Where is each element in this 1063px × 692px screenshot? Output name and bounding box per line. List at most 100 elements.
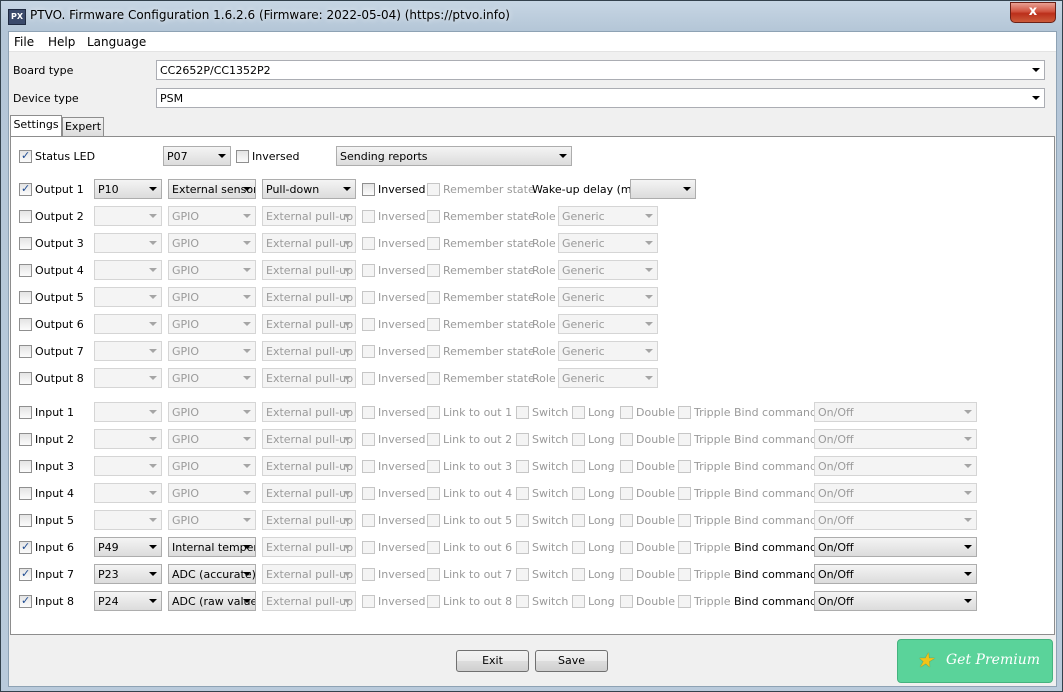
input-5-switch-checkbox[interactable] <box>516 514 529 527</box>
input-2-switch-checkbox[interactable] <box>516 433 529 446</box>
input-4-link-checkbox[interactable] <box>427 487 440 500</box>
input-8-pin-select[interactable]: P24 <box>94 591 162 611</box>
output-7-pin-select[interactable] <box>94 341 162 361</box>
input-6-switch-checkbox[interactable] <box>516 541 529 554</box>
output-2-remember-checkbox[interactable] <box>427 210 440 223</box>
input-4-pull-select[interactable]: External pull-up <box>262 483 356 503</box>
tab-settings[interactable]: Settings <box>10 115 62 136</box>
input-7-bind-command-select[interactable]: On/Off <box>814 564 977 584</box>
output-1-inversed-checkbox[interactable] <box>362 183 375 196</box>
input-7-pull-select[interactable]: External pull-up <box>262 564 356 584</box>
input-8-checkbox[interactable]: ✓ <box>19 594 32 608</box>
output-3-pull-select[interactable]: External pull-up <box>262 233 356 253</box>
input-5-pull-select[interactable]: External pull-up <box>262 510 356 530</box>
input-1-pin-select[interactable] <box>94 402 162 422</box>
input-8-tripple-checkbox[interactable] <box>678 595 691 608</box>
output-8-checkbox[interactable] <box>19 372 32 385</box>
output-1-checkbox[interactable]: ✓ <box>19 182 32 196</box>
input-7-inversed-checkbox[interactable] <box>362 568 375 581</box>
output-3-role-select[interactable]: Generic <box>558 233 658 253</box>
output-1-pin-select[interactable]: P10 <box>94 179 162 199</box>
output-7-pull-select[interactable]: External pull-up <box>262 341 356 361</box>
input-2-link-checkbox[interactable] <box>427 433 440 446</box>
output-2-pin-select[interactable] <box>94 206 162 226</box>
output-6-inversed-checkbox[interactable] <box>362 318 375 331</box>
input-6-pin-select[interactable]: P49 <box>94 537 162 557</box>
input-4-checkbox[interactable] <box>19 487 32 500</box>
input-1-checkbox[interactable] <box>19 406 32 419</box>
input-2-checkbox[interactable] <box>19 433 32 446</box>
input-8-bind-command-select[interactable]: On/Off <box>814 591 977 611</box>
output-6-remember-checkbox[interactable] <box>427 318 440 331</box>
tab-expert[interactable]: Expert <box>62 117 104 136</box>
output-3-inversed-checkbox[interactable] <box>362 237 375 250</box>
output-1-pull-select[interactable]: Pull-down <box>262 179 356 199</box>
output-3-checkbox[interactable] <box>19 237 32 250</box>
input-5-link-checkbox[interactable] <box>427 514 440 527</box>
input-7-type-select[interactable]: ADC (accurate) <box>168 564 256 584</box>
output-6-checkbox[interactable] <box>19 318 32 331</box>
output-3-remember-checkbox[interactable] <box>427 237 440 250</box>
output-6-pull-select[interactable]: External pull-up <box>262 314 356 334</box>
input-6-long-checkbox[interactable] <box>572 541 585 554</box>
input-6-tripple-checkbox[interactable] <box>678 541 691 554</box>
input-8-double-checkbox[interactable] <box>620 595 633 608</box>
input-3-switch-checkbox[interactable] <box>516 460 529 473</box>
input-4-tripple-checkbox[interactable] <box>678 487 691 500</box>
menu-help[interactable]: Help <box>48 35 75 49</box>
output-5-type-select[interactable]: GPIO <box>168 287 256 307</box>
close-button[interactable]: x <box>1010 2 1056 23</box>
input-5-double-checkbox[interactable] <box>620 514 633 527</box>
output-5-inversed-checkbox[interactable] <box>362 291 375 304</box>
output-8-remember-checkbox[interactable] <box>427 372 440 385</box>
get-premium-button[interactable]: ★ Get Premium <box>897 639 1053 683</box>
input-6-checkbox[interactable]: ✓ <box>19 540 32 554</box>
input-4-long-checkbox[interactable] <box>572 487 585 500</box>
input-8-pull-select[interactable]: External pull-up <box>262 591 356 611</box>
output-4-checkbox[interactable] <box>19 264 32 277</box>
output-4-type-select[interactable]: GPIO <box>168 260 256 280</box>
menu-file[interactable]: File <box>14 35 34 49</box>
input-3-type-select[interactable]: GPIO <box>168 456 256 476</box>
output-8-pull-select[interactable]: External pull-up <box>262 368 356 388</box>
output-4-role-select[interactable]: Generic <box>558 260 658 280</box>
input-4-double-checkbox[interactable] <box>620 487 633 500</box>
input-5-checkbox[interactable] <box>19 514 32 527</box>
output-8-role-select[interactable]: Generic <box>558 368 658 388</box>
output-2-type-select[interactable]: GPIO <box>168 206 256 226</box>
save-button[interactable]: Save <box>535 650 608 672</box>
input-1-tripple-checkbox[interactable] <box>678 406 691 419</box>
output-3-type-select[interactable]: GPIO <box>168 233 256 253</box>
input-1-long-checkbox[interactable] <box>572 406 585 419</box>
input-2-inversed-checkbox[interactable] <box>362 433 375 446</box>
input-5-inversed-checkbox[interactable] <box>362 514 375 527</box>
output-1-remember-checkbox[interactable] <box>427 183 440 196</box>
output-5-checkbox[interactable] <box>19 291 32 304</box>
input-7-checkbox[interactable]: ✓ <box>19 567 32 581</box>
output-7-remember-checkbox[interactable] <box>427 345 440 358</box>
output-5-remember-checkbox[interactable] <box>427 291 440 304</box>
input-4-bind-command-select[interactable]: On/Off <box>814 483 977 503</box>
board-type-select[interactable]: CC2652P/CC1352P2 <box>156 60 1045 80</box>
input-6-link-checkbox[interactable] <box>427 541 440 554</box>
status-led-inversed-checkbox[interactable] <box>236 150 249 163</box>
input-8-long-checkbox[interactable] <box>572 595 585 608</box>
input-7-tripple-checkbox[interactable] <box>678 568 691 581</box>
input-2-bind-command-select[interactable]: On/Off <box>814 429 977 449</box>
output-2-pull-select[interactable]: External pull-up <box>262 206 356 226</box>
input-1-double-checkbox[interactable] <box>620 406 633 419</box>
input-2-pull-select[interactable]: External pull-up <box>262 429 356 449</box>
input-7-long-checkbox[interactable] <box>572 568 585 581</box>
status-led-mode-select[interactable]: Sending reports <box>336 146 572 166</box>
status-led-pin-select[interactable]: P07 <box>163 146 231 166</box>
input-1-pull-select[interactable]: External pull-up <box>262 402 356 422</box>
input-6-pull-select[interactable]: External pull-up <box>262 537 356 557</box>
input-4-type-select[interactable]: GPIO <box>168 483 256 503</box>
input-1-type-select[interactable]: GPIO <box>168 402 256 422</box>
input-1-inversed-checkbox[interactable] <box>362 406 375 419</box>
input-5-type-select[interactable]: GPIO <box>168 510 256 530</box>
input-5-bind-command-select[interactable]: On/Off <box>814 510 977 530</box>
input-6-bind-command-select[interactable]: On/Off <box>814 537 977 557</box>
output-8-pin-select[interactable] <box>94 368 162 388</box>
output-2-inversed-checkbox[interactable] <box>362 210 375 223</box>
